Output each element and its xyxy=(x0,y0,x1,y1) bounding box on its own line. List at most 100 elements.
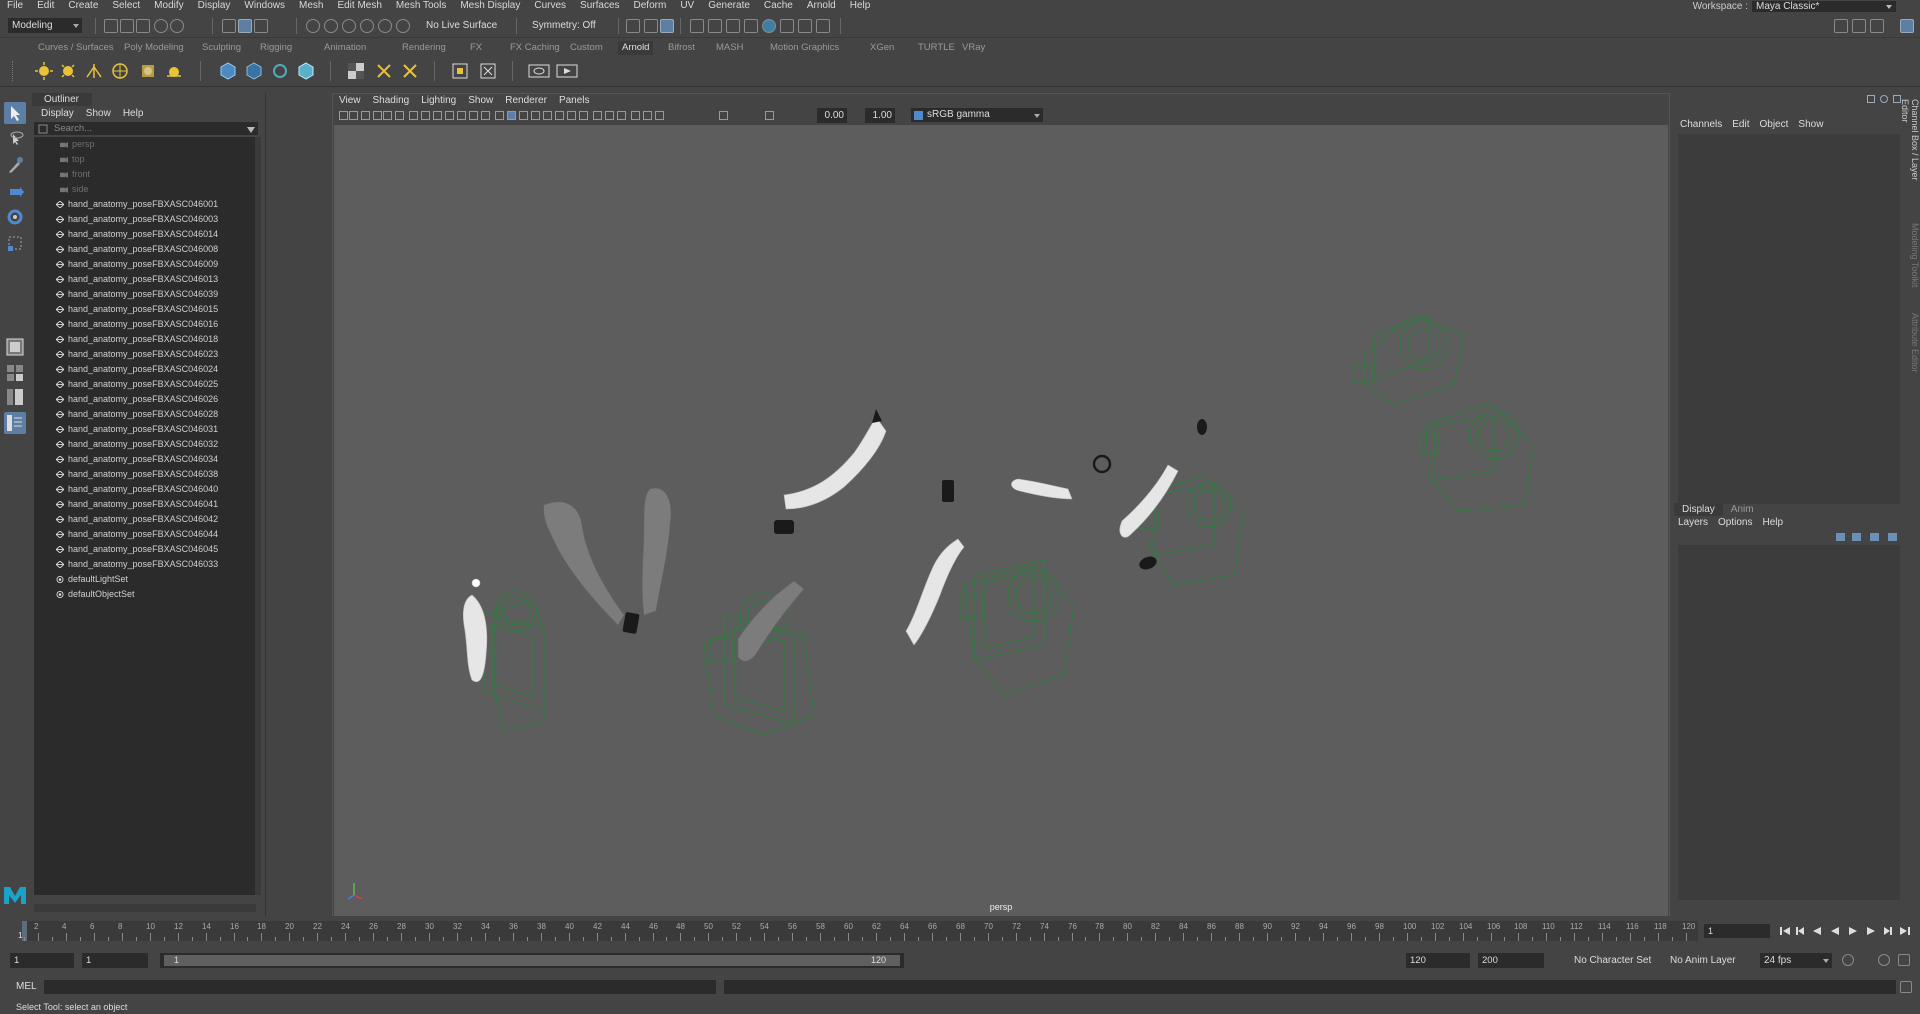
viewport-menu-show[interactable]: Show xyxy=(462,94,499,108)
lasso-tool-button[interactable] xyxy=(4,128,26,150)
attribute-display-icon[interactable] xyxy=(1880,95,1888,103)
outliner-horizontal-scrollbar[interactable] xyxy=(34,904,256,912)
snap-center-icon[interactable] xyxy=(396,19,410,33)
scale-tool-button[interactable] xyxy=(4,232,26,254)
move-tool-button[interactable] xyxy=(4,180,26,202)
step-back-frame-icon[interactable] xyxy=(1812,926,1822,936)
animation-start-field[interactable]: 1 xyxy=(10,953,74,968)
menu-edit-mesh[interactable]: Edit Mesh xyxy=(330,0,388,12)
outliner-item[interactable]: top xyxy=(34,152,256,167)
toggle-channel-box-icon[interactable] xyxy=(1900,19,1914,33)
outliner-item[interactable]: hand_anatomy_poseFBXASC046001 xyxy=(34,197,256,212)
use-all-lights-icon[interactable] xyxy=(543,111,552,120)
script-editor-icon[interactable] xyxy=(1900,981,1912,993)
unpin-icon[interactable] xyxy=(400,61,420,81)
shelf-tab-rendering[interactable]: Rendering xyxy=(398,41,450,55)
default-material-icon[interactable] xyxy=(519,111,528,120)
tab-anim[interactable]: Anim xyxy=(1723,503,1762,516)
render-view-shelf-icon[interactable] xyxy=(528,61,550,81)
isolate-select-icon[interactable] xyxy=(617,111,626,120)
render-standin-icon[interactable] xyxy=(296,61,316,81)
ipr-render-icon[interactable] xyxy=(726,19,740,33)
anim-layer-selector[interactable]: No Anim Layer xyxy=(1670,953,1736,968)
render-view-icon[interactable] xyxy=(690,19,704,33)
snap-surface-icon[interactable] xyxy=(378,19,392,33)
menu-deform[interactable]: Deform xyxy=(627,0,674,12)
layer-menu-layers[interactable]: Layers xyxy=(1678,517,1708,528)
shelf-tab-fx-caching[interactable]: FX Caching xyxy=(506,41,564,55)
outliner-item[interactable]: hand_anatomy_poseFBXASC046041 xyxy=(34,497,256,512)
outliner-item[interactable]: front xyxy=(34,167,256,182)
outliner-item[interactable]: hand_anatomy_poseFBXASC046009 xyxy=(34,257,256,272)
input-output-icon[interactable] xyxy=(644,19,658,33)
menu-mesh[interactable]: Mesh xyxy=(292,0,330,12)
command-language-label[interactable]: MEL xyxy=(16,981,37,992)
layer-editor-body[interactable] xyxy=(1678,545,1900,900)
play-forwards-icon[interactable] xyxy=(1848,926,1858,936)
menu-help[interactable]: Help xyxy=(843,0,878,12)
menu-edit[interactable]: Edit xyxy=(30,0,61,12)
textured-icon[interactable] xyxy=(531,111,540,120)
outliner-item[interactable]: hand_anatomy_poseFBXASC046040 xyxy=(34,482,256,497)
open-scene-icon[interactable] xyxy=(120,19,134,33)
step-forward-frame-icon[interactable] xyxy=(1866,926,1876,936)
side-tab-modeling-toolkit[interactable]: Modeling Toolkit xyxy=(1908,223,1920,293)
outliner-item[interactable]: defaultLightSet xyxy=(34,572,256,587)
step-forward-key-icon[interactable] xyxy=(1882,926,1892,936)
depth-of-field-icon[interactable] xyxy=(605,111,614,120)
outliner-item[interactable]: hand_anatomy_poseFBXASC046015 xyxy=(34,302,256,317)
move-layer-down-icon[interactable] xyxy=(1852,533,1861,541)
menu-mesh-tools[interactable]: Mesh Tools xyxy=(389,0,453,12)
image-plane-icon[interactable] xyxy=(373,111,382,120)
shelf-tab-rigging[interactable]: Rigging xyxy=(256,41,296,55)
outliner-item[interactable]: hand_anatomy_poseFBXASC046031 xyxy=(34,422,256,437)
shadows-icon[interactable] xyxy=(555,111,564,120)
save-scene-icon[interactable] xyxy=(136,19,150,33)
menu-surfaces[interactable]: Surfaces xyxy=(573,0,626,12)
outliner-item[interactable]: hand_anatomy_poseFBXASC046025 xyxy=(34,377,256,392)
resolution-gate-icon[interactable] xyxy=(433,111,442,120)
select-component-icon[interactable] xyxy=(254,19,268,33)
field-chart-icon[interactable] xyxy=(457,111,466,120)
side-tab-attribute-editor[interactable]: Attribute Editor xyxy=(1908,313,1920,383)
four-view-layout-button[interactable] xyxy=(4,362,26,384)
outliner-item[interactable]: hand_anatomy_poseFBXASC046008 xyxy=(34,242,256,257)
outliner-menu-show[interactable]: Show xyxy=(86,107,111,120)
shelf-tab-turtle[interactable]: TURTLE xyxy=(914,41,959,55)
xray-joints-icon[interactable] xyxy=(643,111,652,120)
single-perspective-layout-button[interactable] xyxy=(4,336,26,358)
construction-history-icon[interactable] xyxy=(660,19,674,33)
camera-attributes-icon[interactable] xyxy=(349,111,358,120)
shelf-tab-curves-surfaces[interactable]: Curves / Surfaces xyxy=(34,41,118,55)
snap-curve-icon[interactable] xyxy=(324,19,338,33)
viewport-menu-panels[interactable]: Panels xyxy=(553,94,596,108)
wireframe-icon[interactable] xyxy=(495,111,504,120)
menu-arnold[interactable]: Arnold xyxy=(800,0,843,12)
render-settings-icon[interactable] xyxy=(744,19,758,33)
live-surface-label[interactable]: No Live Surface xyxy=(426,18,497,33)
history-icon[interactable] xyxy=(626,19,640,33)
outliner-menu-display[interactable]: Display xyxy=(41,107,74,120)
xray-components-icon[interactable] xyxy=(655,111,664,120)
scene-view[interactable] xyxy=(334,125,1668,916)
toggle-outliner-icon[interactable] xyxy=(1834,19,1848,33)
skydome-light-icon[interactable] xyxy=(58,61,78,81)
pause-render-icon[interactable] xyxy=(816,19,830,33)
color-management-icon[interactable] xyxy=(914,111,923,120)
menu-uv[interactable]: UV xyxy=(673,0,701,12)
outliner-item[interactable]: hand_anatomy_poseFBXASC046033 xyxy=(34,557,256,572)
viewport-canvas[interactable]: persp xyxy=(334,125,1668,916)
time-ruler[interactable]: 1 2 4 6 8 10 12 14 16 18 20 22 24 26 28 30 32 34 36 38 40 42… xyxy=(18,921,1698,941)
anti-aliasing-icon[interactable] xyxy=(593,111,602,120)
arnold-ipr-icon[interactable] xyxy=(798,19,812,33)
move-layer-up-icon[interactable] xyxy=(1836,533,1845,541)
xray-icon[interactable] xyxy=(631,111,640,120)
new-empty-layer-icon[interactable] xyxy=(1870,533,1879,541)
shelf-tab-fx[interactable]: FX xyxy=(466,41,486,55)
layer-menu-help[interactable]: Help xyxy=(1762,517,1783,528)
hypershade-icon[interactable] xyxy=(762,19,776,33)
auto-key-icon[interactable] xyxy=(1878,954,1890,966)
select-hierarchy-icon[interactable] xyxy=(222,19,236,33)
menu-modify[interactable]: Modify xyxy=(147,0,190,12)
menu-windows[interactable]: Windows xyxy=(237,0,292,12)
